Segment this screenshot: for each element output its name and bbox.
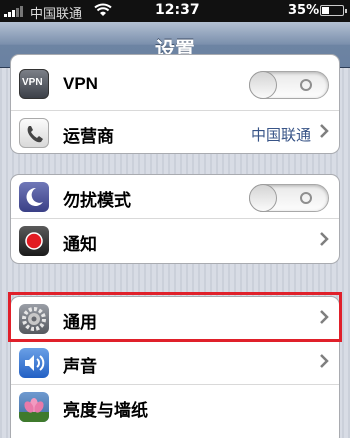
toggle-off-indicator — [300, 192, 312, 204]
vpn-toggle[interactable] — [249, 71, 329, 99]
status-bar: 中国联通 12:37 35% — [0, 0, 350, 22]
carrier-value: 中国联通 — [250, 126, 311, 144]
settings-row-vpn[interactable]: VPN VPN — [11, 55, 339, 111]
settings-group-notifications: 勿扰模式 通知 — [10, 174, 340, 264]
flower-shape-icon — [19, 398, 49, 422]
vpn-label: VPN — [63, 74, 98, 93]
flower-icon — [19, 392, 49, 422]
phone-icon — [19, 118, 49, 148]
notification-icon — [19, 226, 49, 256]
do-not-disturb-toggle[interactable] — [249, 184, 329, 212]
chevron-right-icon — [320, 354, 329, 368]
notifications-label: 通知 — [63, 235, 97, 255]
moon-icon — [19, 182, 49, 212]
settings-row-sounds[interactable]: 声音 — [11, 341, 339, 385]
wifi-icon — [94, 3, 112, 16]
settings-row-carrier[interactable]: 运营商 中国联通 — [11, 111, 339, 153]
battery-percentage: 35% — [288, 3, 320, 18]
clock-time: 12:37 — [155, 2, 200, 18]
crescent-moon-icon — [26, 187, 43, 206]
battery-level-fill — [322, 7, 329, 14]
toggle-off-indicator — [300, 79, 312, 91]
chevron-right-icon — [320, 232, 329, 246]
speaker-shape-icon — [25, 355, 45, 371]
do-not-disturb-toggle-knob — [249, 184, 277, 212]
chevron-right-icon — [320, 124, 329, 138]
highlight-box — [8, 292, 342, 342]
brightness-wallpaper-label: 亮度与墙纸 — [63, 401, 148, 421]
sounds-label: 声音 — [63, 357, 97, 377]
vpn-icon: VPN — [19, 69, 49, 99]
settings-row-brightness-wallpaper[interactable]: 亮度与墙纸 — [11, 385, 339, 429]
vpn-icon-text: VPN — [22, 77, 43, 88]
signal-strength-icon — [4, 6, 23, 17]
battery-icon — [320, 5, 347, 16]
vpn-toggle-knob — [249, 71, 277, 99]
do-not-disturb-label: 勿扰模式 — [63, 191, 131, 211]
speaker-icon — [19, 348, 49, 378]
settings-row-notifications[interactable]: 通知 — [11, 219, 339, 263]
carrier-name: 中国联通 — [30, 7, 83, 22]
settings-row-do-not-disturb[interactable]: 勿扰模式 — [11, 175, 339, 219]
phone-handset-icon — [27, 126, 43, 143]
red-dot-icon — [25, 232, 43, 250]
carrier-label: 运营商 — [63, 127, 114, 147]
settings-group-network: VPN VPN 运营商 中国联通 — [10, 54, 340, 154]
